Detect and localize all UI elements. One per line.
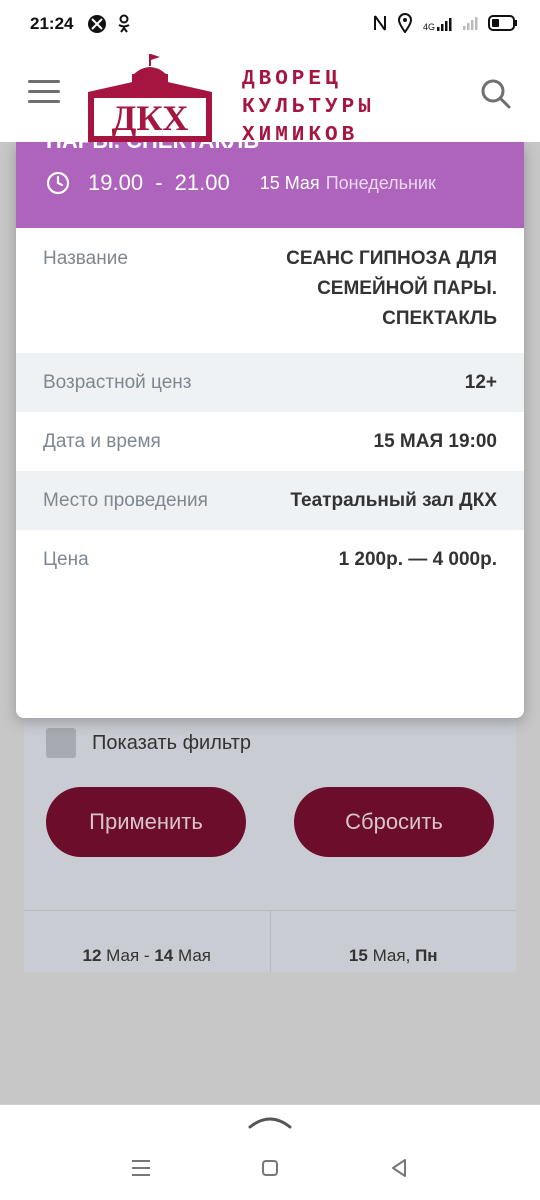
info-label: Возрастной ценз: [43, 371, 192, 393]
logo-abbr: ДКХ: [112, 98, 189, 138]
signal-icon: [462, 15, 478, 34]
info-value: 15 МАЯ 19:00: [373, 430, 498, 452]
time-end: 21.00: [174, 170, 230, 195]
info-label: Цена: [43, 548, 89, 570]
show-filter-label: Показать фильтр: [92, 731, 252, 754]
time-separator: -: [155, 170, 163, 195]
info-row-price: Цена 1 200р. — 4 000р.: [16, 530, 524, 589]
single-day: 15: [348, 946, 368, 965]
date-tab-single[interactable]: 15 Мая, Пн: [269, 911, 517, 972]
app-header: ДКХ ДВОРЕЦ КУЛЬТУРЫ ХИМИКОВ: [0, 48, 540, 147]
info-row-name: Название СЕАНС ГИПНОЗА ДЛЯ СЕМЕЙНОЙ ПАРЫ…: [16, 228, 524, 353]
info-value: Театральный зал ДКХ: [290, 489, 497, 511]
apply-button[interactable]: Применить: [46, 787, 246, 857]
odnoklassniki-icon: [117, 14, 131, 34]
show-filter-toggle[interactable]: Показать фильтр: [46, 728, 251, 758]
logo-line-2: КУЛЬТУРЫ: [242, 96, 375, 119]
logo-building-icon: ДКХ: [88, 54, 212, 142]
signal-4g-icon: 4G: [423, 16, 452, 32]
range-start-month: Мая: [106, 946, 140, 965]
hamburger-menu-icon[interactable]: [28, 80, 62, 106]
system-nav-area: [0, 1104, 540, 1200]
info-value: 1 200р. — 4 000р.: [338, 548, 497, 570]
date-tab-range[interactable]: 12 Мая - 14 Мая: [24, 911, 270, 972]
logo[interactable]: ДКХ ДВОРЕЦ КУЛЬТУРЫ ХИМИКОВ: [86, 54, 371, 147]
event-name-line-3: СПЕКТАКЛЬ: [382, 308, 497, 329]
status-time: 21:24: [30, 14, 74, 33]
info-row-age: Возрастной ценз 12+: [16, 353, 524, 412]
event-time-row: 19.00 - 21.00 15 Мая Понедельник: [46, 170, 436, 196]
info-label: Название: [43, 248, 128, 269]
status-bar: 21:24 4G: [0, 0, 540, 48]
info-value: 12+: [464, 371, 497, 393]
event-name-line-2: СЕМЕЙНОЙ ПАРЫ.: [317, 278, 497, 299]
back-icon[interactable]: [386, 1155, 412, 1181]
ball-icon: [87, 14, 107, 34]
date-tabs: 12 Мая - 14 Мая 15 Мая, Пн: [24, 910, 516, 972]
clock-icon: [46, 171, 70, 195]
modal-header: ПАРЫ. СПЕКТАКЛЬ 19.00 - 21.00 15 Мая Пон…: [16, 142, 524, 228]
network-label: 4G: [422, 22, 435, 32]
event-weekday: Понедельник: [325, 172, 436, 193]
logo-text: ДВОРЕЦ КУЛЬТУРЫ ХИМИКОВ: [242, 66, 375, 150]
info-row-venue: Место проведения Театральный зал ДКХ: [16, 471, 524, 530]
chevron-up-icon[interactable]: [248, 1111, 292, 1131]
range-end-day: 14: [154, 946, 174, 965]
search-icon[interactable]: [480, 78, 512, 110]
range-sep: -: [143, 946, 150, 965]
event-time-range: 19.00 - 21.00: [88, 170, 230, 196]
nfc-icon: [373, 14, 387, 35]
info-label: Дата и время: [43, 430, 161, 452]
event-date: 15 Мая: [259, 172, 320, 193]
logo-line-1: ДВОРЕЦ: [242, 68, 342, 91]
range-start-day: 12: [82, 946, 102, 965]
single-month: Мая,: [372, 946, 411, 965]
reset-button[interactable]: Сбросить: [294, 787, 494, 857]
location-icon: [397, 12, 413, 36]
info-row-datetime: Дата и время 15 МАЯ 19:00: [16, 412, 524, 471]
recent-apps-icon[interactable]: [128, 1155, 154, 1181]
event-details-modal: ПАРЫ. СПЕКТАКЛЬ 19.00 - 21.00 15 Мая Пон…: [16, 142, 524, 718]
show-filter-checkbox[interactable]: [46, 728, 76, 758]
logo-line-3: ХИМИКОВ: [242, 124, 359, 147]
battery-icon: [488, 14, 518, 34]
single-weekday: Пн: [415, 946, 438, 965]
info-value: СЕАНС ГИПНОЗА ДЛЯ СЕМЕЙНОЙ ПАРЫ. СПЕКТАК…: [286, 244, 497, 334]
home-icon[interactable]: [257, 1155, 283, 1181]
info-label: Место проведения: [43, 489, 208, 511]
range-end-month: Мая: [177, 946, 211, 965]
event-name-line-1: СЕАНС ГИПНОЗА ДЛЯ: [286, 248, 497, 269]
time-start: 19.00: [88, 170, 144, 195]
